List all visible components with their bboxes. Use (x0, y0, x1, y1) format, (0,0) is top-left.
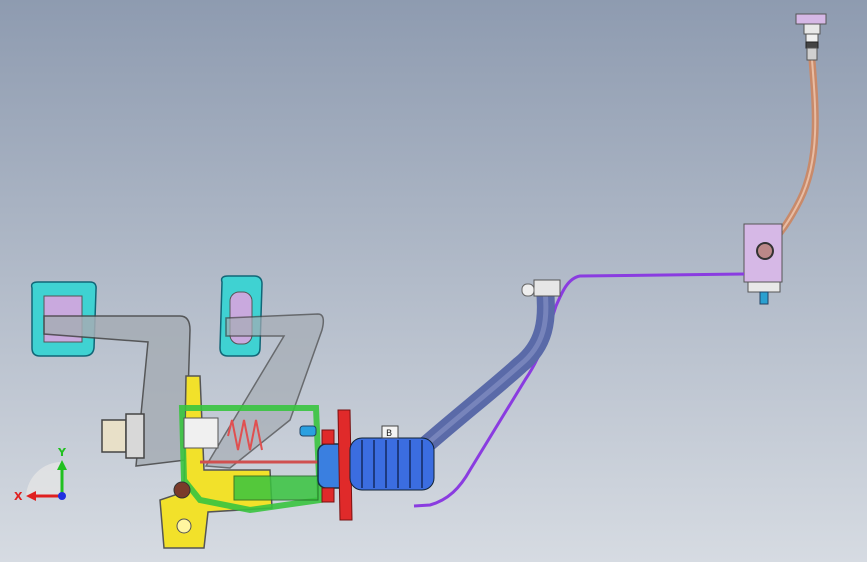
hydraulic-line[interactable] (413, 272, 745, 508)
dust-boot[interactable] (349, 437, 435, 491)
callout-tag-label: B (386, 429, 392, 439)
top-fitting[interactable] (795, 13, 827, 61)
pivot-stub[interactable] (101, 413, 145, 459)
assembly-drawing: B Y X (14, 13, 827, 549)
copper-pipe[interactable] (764, 56, 819, 250)
callout-tag[interactable]: B (381, 425, 399, 439)
coordinate-triad: Y X (14, 446, 67, 503)
flexible-hose[interactable] (411, 281, 555, 459)
y-axis-label: Y (57, 446, 67, 459)
cad-viewport[interactable]: B Y X (0, 0, 867, 562)
reservoir-block[interactable] (743, 223, 783, 305)
x-axis-label: X (14, 490, 23, 503)
hose-fitting[interactable] (521, 279, 561, 297)
